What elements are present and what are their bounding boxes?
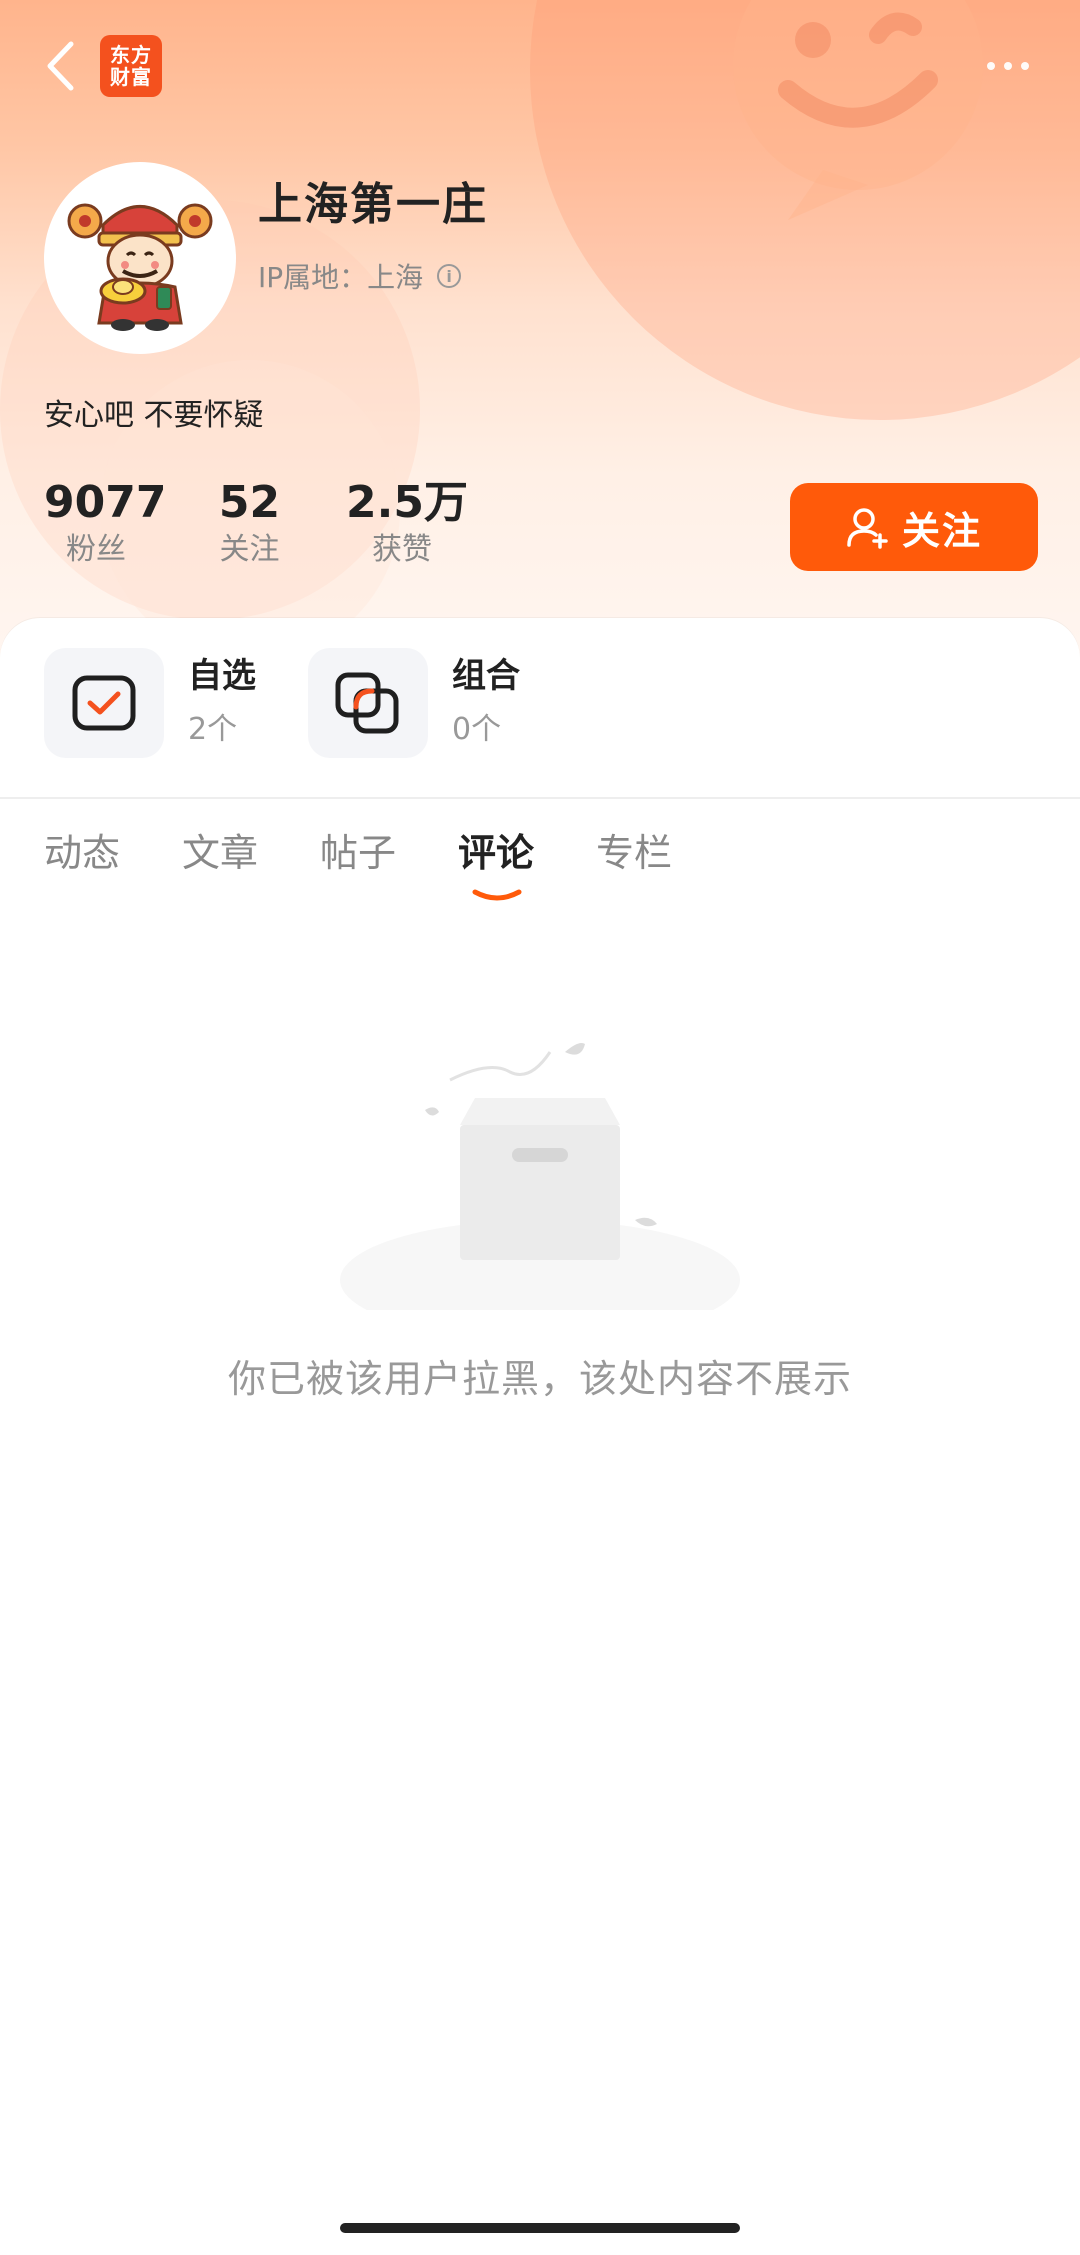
chevron-left-icon: [47, 41, 74, 91]
fortune-god-avatar-icon: [67, 203, 213, 331]
more-options-button[interactable]: [968, 46, 1048, 86]
portfolio-tile: [308, 648, 428, 758]
quick-links-card: 自选 2个 组合 0个: [0, 618, 1080, 798]
quick-link-count: 0个: [452, 712, 502, 747]
stat-label: 获赞: [372, 532, 432, 567]
quick-link-watchlist[interactable]: 自选 2个: [44, 648, 256, 758]
stat-likes[interactable]: 2.5万 获赞: [346, 476, 468, 570]
quick-link-title: 组合: [452, 656, 520, 696]
smiley-bubble-icon: [733, 0, 983, 220]
tab-activity[interactable]: 动态: [44, 826, 120, 880]
active-tab-indicator: [472, 889, 522, 901]
empty-state-message: 你已被该用户拉黑，该处内容不展示: [227, 1357, 852, 1401]
quick-link-count: 2个: [188, 712, 238, 747]
watchlist-tile: [44, 648, 164, 758]
dot: [1004, 62, 1012, 70]
ip-location-text: IP属地：上海: [258, 261, 424, 294]
ip-location: IP属地：上海 i: [258, 256, 462, 296]
watchlist-check-icon: [72, 675, 136, 731]
tab-posts[interactable]: 帖子: [320, 826, 396, 880]
stat-value: 2.5万: [346, 477, 468, 528]
stat-value: 9077: [44, 477, 167, 528]
info-icon[interactable]: i: [437, 264, 462, 288]
section-divider: [0, 797, 1080, 799]
stat-fans[interactable]: 9077 粉丝: [44, 476, 167, 570]
tab-articles[interactable]: 文章: [182, 826, 258, 880]
stat-label: 关注: [219, 532, 280, 567]
logo-text-line1: 东方: [110, 43, 152, 67]
username: 上海第一庄: [258, 179, 488, 230]
logo-text-line2: 财富: [110, 65, 152, 89]
avatar[interactable]: [44, 162, 236, 354]
dot: [1021, 62, 1029, 70]
tab-columns[interactable]: 专栏: [596, 826, 672, 880]
stat-value: 52: [218, 477, 281, 528]
follow-button[interactable]: 关注: [790, 483, 1038, 571]
user-bio: 安心吧 不要怀疑: [44, 398, 264, 433]
back-button[interactable]: [36, 36, 84, 96]
portfolio-icon: [335, 672, 399, 734]
content-tabs: 动态 文章 帖子 评论 专栏: [0, 826, 1080, 906]
empty-box-illustration: [340, 1043, 740, 1310]
home-indicator[interactable]: [340, 2223, 740, 2233]
follow-button-label: 关注: [901, 508, 982, 553]
add-user-icon: [847, 508, 888, 549]
quick-link-title: 自选: [188, 656, 256, 696]
dot: [987, 62, 995, 70]
app-logo[interactable]: 东方 财富: [100, 35, 162, 97]
stat-label: 粉丝: [66, 532, 126, 567]
stat-following[interactable]: 52 关注: [212, 476, 287, 570]
quick-link-portfolio[interactable]: 组合 0个: [308, 648, 520, 758]
tab-comments[interactable]: 评论: [458, 826, 534, 880]
